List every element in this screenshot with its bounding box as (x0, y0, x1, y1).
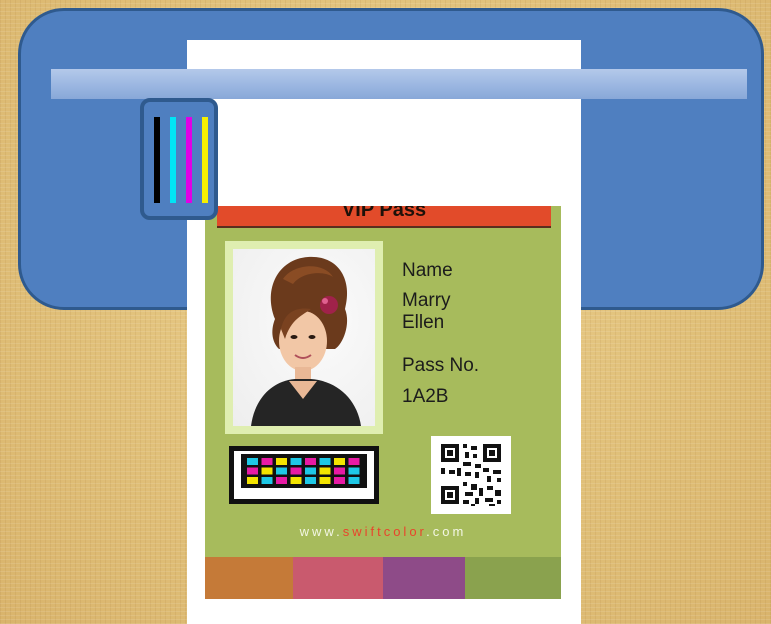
portrait-photo (233, 249, 375, 426)
website-brand: swiftcolor (342, 524, 427, 539)
photo-frame (225, 241, 383, 434)
print-head (140, 98, 218, 220)
ink-cartridge-icon (154, 117, 160, 203)
website-url: www.swiftcolor.com (205, 524, 561, 539)
pass-label: Pass No. (402, 355, 480, 376)
id-card: VIP Pass Name Marry Ellen Pass No. 1A2B … (205, 206, 561, 599)
ink-cartridge-icon (186, 117, 192, 203)
scene: { "illustration": "id-card-printer", "co… (0, 0, 771, 624)
color-stripe-segment (293, 557, 383, 599)
ink-cartridge-icon (170, 117, 176, 203)
name-label: Name (402, 260, 453, 281)
website-prefix: www. (299, 524, 343, 539)
carriage-rail (51, 69, 747, 99)
card-header: VIP Pass (217, 206, 551, 228)
qr-code-icon (431, 436, 511, 514)
printer-icon (229, 446, 379, 504)
name-first: Marry (402, 290, 451, 311)
portrait-illustration (251, 256, 361, 426)
ink-cartridge-icon (202, 117, 208, 203)
pass-number: 1A2B (402, 386, 449, 407)
color-stripe-segment (383, 557, 465, 599)
color-stripe-segment (205, 557, 293, 599)
name-last: Ellen (402, 312, 445, 333)
color-stripe-segment (465, 557, 561, 599)
website-suffix: .com (426, 524, 467, 539)
